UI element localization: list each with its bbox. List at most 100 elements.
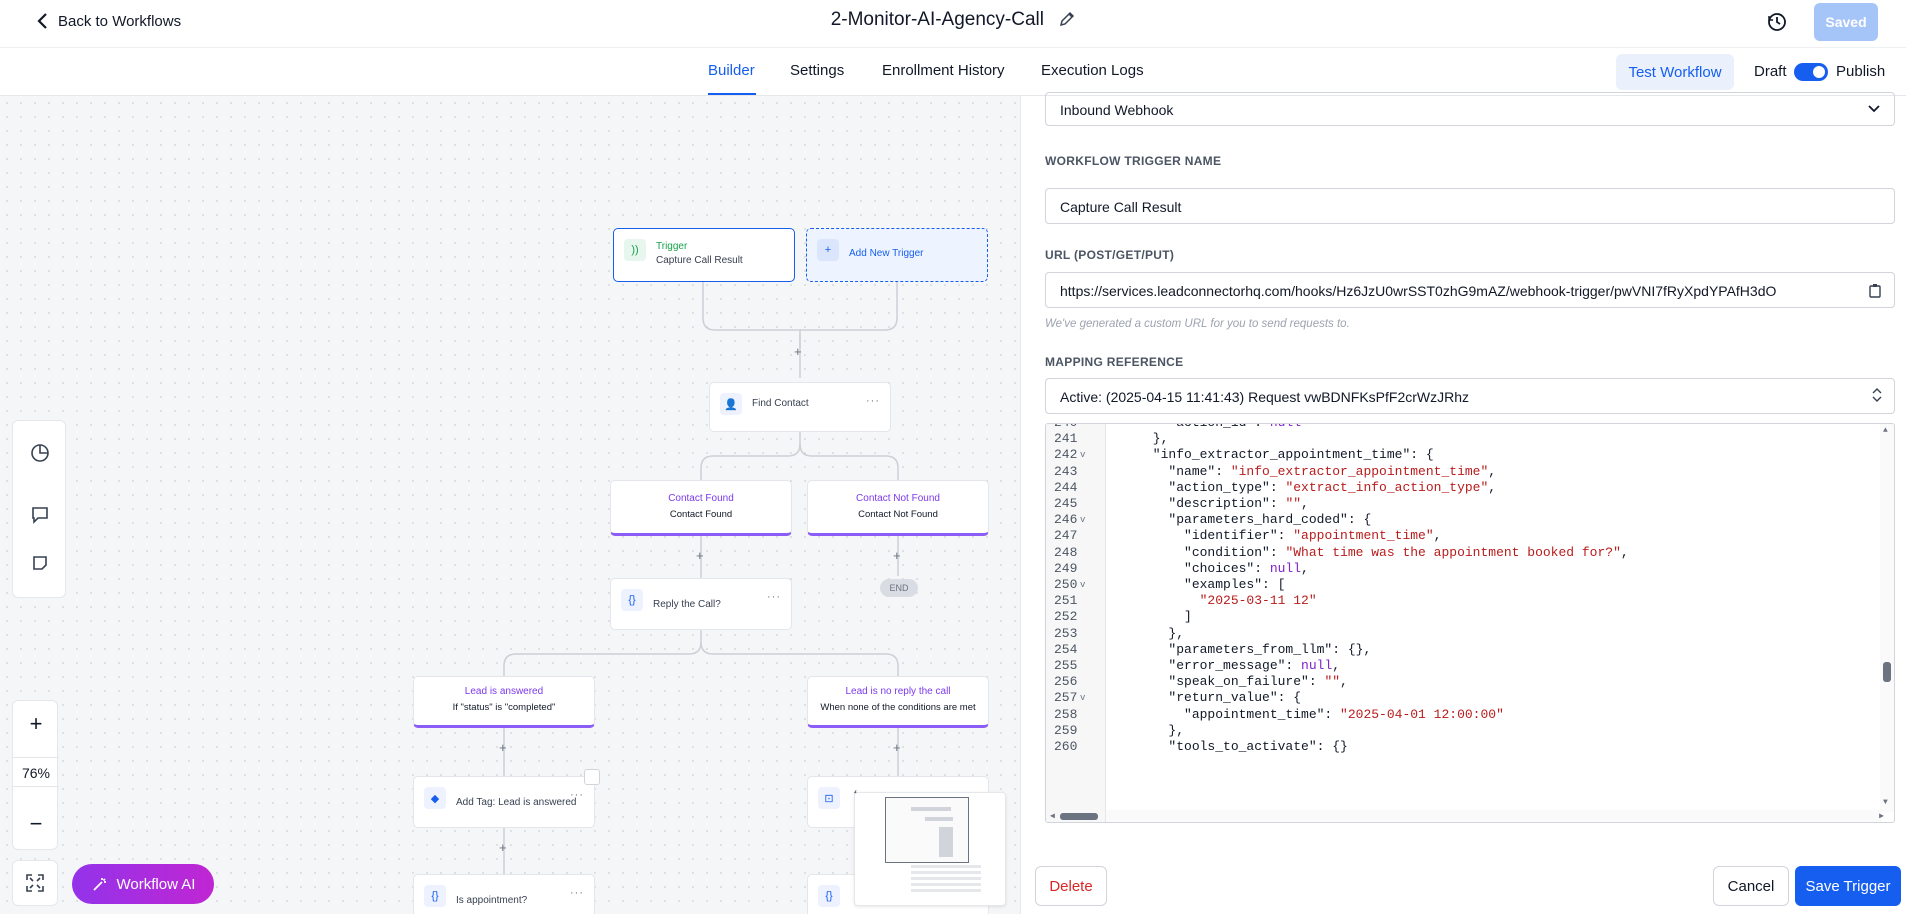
note-icon[interactable] <box>584 769 600 785</box>
code-line: "condition": "What time was the appointm… <box>1106 544 1629 560</box>
json-code-viewer[interactable]: 240241242v243244245246v247248249250v2512… <box>1045 423 1895 823</box>
workflow-canvas[interactable]: )) Trigger Capture Call Result + Add New… <box>0 96 1020 914</box>
branch-sub: If "status" is "completed" <box>452 702 556 713</box>
code-line: "action_type": "extract_info_action_type… <box>1106 479 1497 495</box>
branch-lead-answered[interactable]: Lead is answered If "status" is "complet… <box>413 676 595 728</box>
reply-call-node[interactable]: {} Reply the Call? ··· <box>610 578 792 630</box>
line-number: 245 <box>1054 496 1078 511</box>
sticky-note-icon[interactable] <box>28 551 52 575</box>
trigger-label: Trigger <box>656 241 688 252</box>
code-line: ] <box>1106 609 1192 625</box>
fold-toggle-icon[interactable]: v <box>1080 515 1085 525</box>
add-tag-node[interactable]: ◆ Add Tag: Lead is answered ··· <box>413 769 600 828</box>
branch-lead-no-reply[interactable]: Lead is no reply the call When none of t… <box>807 676 989 728</box>
scroll-down-icon[interactable]: ▼ <box>1883 798 1888 807</box>
tab-execution-logs[interactable]: Execution Logs <box>1041 62 1144 79</box>
chevron-updown-icon <box>1872 388 1882 402</box>
workflow-title: 2-Monitor-AI-Agency-Call <box>0 9 1906 33</box>
line-number: 249 <box>1054 560 1078 576</box>
line-number: 241 <box>1054 431 1078 447</box>
more-options-icon[interactable]: ··· <box>767 591 781 603</box>
branch-label: Lead is answered <box>464 686 544 697</box>
tab-enrollment-history[interactable]: Enrollment History <box>882 62 1005 79</box>
mapping-reference-select[interactable]: Active: (2025-04-15 11:41:43) Request vw… <box>1045 378 1895 414</box>
trigger-node[interactable]: )) Trigger Capture Call Result <box>613 228 795 282</box>
url-label: URL (POST/GET/PUT) <box>1045 248 1175 262</box>
horizontal-scrollbar[interactable]: ◀ ▶ <box>1050 810 1884 822</box>
code-line: "identifier": "appointment_time", <box>1106 528 1442 544</box>
line-number: 257 <box>1054 690 1078 706</box>
code-line: "appointment_time": "2025-04-01 12:00:00… <box>1106 706 1504 722</box>
trigger-type-value: Inbound Webhook <box>1060 102 1174 118</box>
line-number-gutter: 240241242v243244245246v247248249250v2512… <box>1046 424 1106 822</box>
scroll-up-icon[interactable]: ▲ <box>1883 426 1888 435</box>
more-options-icon[interactable]: ··· <box>570 789 584 801</box>
code-line: "action_id": null <box>1106 424 1301 430</box>
scroll-right-icon[interactable]: ▶ <box>1879 811 1884 821</box>
fold-toggle-icon[interactable]: v <box>1080 450 1085 460</box>
line-number: 260 <box>1054 739 1078 754</box>
fold-toggle-icon[interactable]: v <box>1080 693 1085 703</box>
add-step-plus[interactable]: + <box>499 740 507 755</box>
delete-button[interactable]: Delete <box>1035 866 1107 906</box>
code-line: "error_message": null, <box>1106 658 1341 673</box>
line-number: 243 <box>1054 463 1078 479</box>
url-hint: We've generated a custom URL for you to … <box>1045 318 1350 330</box>
saved-button[interactable]: Saved <box>1814 3 1878 41</box>
branch-sub: Contact Not Found <box>858 509 938 520</box>
zoom-out-button[interactable]: − <box>13 811 59 837</box>
copy-icon[interactable] <box>1868 283 1882 298</box>
add-step-plus[interactable]: + <box>499 840 507 855</box>
add-new-trigger-node[interactable]: + Add New Trigger <box>806 228 988 282</box>
trigger-sub: Capture Call Result <box>656 255 743 266</box>
line-number: 246 <box>1054 512 1078 528</box>
add-step-plus[interactable]: + <box>893 740 901 755</box>
code-line: }, <box>1106 625 1185 641</box>
workflow-ai-button[interactable]: Workflow AI <box>72 864 214 904</box>
add-step-plus[interactable]: + <box>794 344 802 359</box>
draft-label: Draft <box>1754 63 1787 80</box>
add-step-plus[interactable]: + <box>696 548 704 563</box>
branch-contact-not-found[interactable]: Contact Not Found Contact Not Found <box>807 480 989 536</box>
find-contact-label: Find Contact <box>752 398 809 409</box>
trigger-type-select[interactable]: Inbound Webhook <box>1045 92 1895 126</box>
more-options-icon[interactable]: ··· <box>866 395 880 407</box>
add-step-plus[interactable]: + <box>893 548 901 563</box>
action-icon: ⊡ <box>818 787 840 809</box>
zoom-in-button[interactable]: + <box>13 711 59 737</box>
stats-pie-icon[interactable] <box>28 441 52 465</box>
scroll-thumb[interactable] <box>1883 662 1891 682</box>
hscroll-thumb[interactable] <box>1060 813 1098 820</box>
history-icon[interactable] <box>1766 11 1788 38</box>
tab-settings[interactable]: Settings <box>790 62 844 79</box>
mapping-reference-label: MAPPING REFERENCE <box>1045 355 1184 369</box>
save-trigger-button[interactable]: Save Trigger <box>1795 866 1901 906</box>
reply-call-label: Reply the Call? <box>653 599 721 610</box>
more-options-icon[interactable]: ··· <box>570 887 584 899</box>
code-line: "name": "info_extractor_appointment_time… <box>1106 463 1497 479</box>
comment-icon[interactable] <box>28 503 52 527</box>
code-line: "parameters_from_llm": {}, <box>1106 641 1372 657</box>
trigger-name-label: WORKFLOW TRIGGER NAME <box>1045 154 1222 168</box>
line-number: 255 <box>1054 658 1078 673</box>
fit-view-icon[interactable] <box>12 860 58 906</box>
test-workflow-button[interactable]: Test Workflow <box>1616 54 1734 90</box>
line-number: 253 <box>1054 625 1078 641</box>
branch-contact-found[interactable]: Contact Found Contact Found <box>610 480 792 536</box>
find-contact-node[interactable]: 👤 Find Contact ··· <box>709 382 891 432</box>
scroll-left-icon[interactable]: ◀ <box>1050 811 1055 821</box>
publish-toggle[interactable] <box>1794 63 1828 81</box>
tab-builder[interactable]: Builder <box>708 62 755 79</box>
line-number: 248 <box>1054 544 1078 560</box>
line-number: 258 <box>1054 706 1078 722</box>
webhook-url-field[interactable]: https://services.leadconnectorhq.com/hoo… <box>1045 272 1895 308</box>
fold-toggle-icon[interactable]: v <box>1080 580 1085 590</box>
top-header: Back to Workflows 2-Monitor-AI-Agency-Ca… <box>0 0 1906 48</box>
cancel-button[interactable]: Cancel <box>1713 866 1789 906</box>
is-appointment-node[interactable]: {} Is appointment? ··· <box>413 874 595 914</box>
trigger-name-input[interactable]: Capture Call Result <box>1045 188 1895 224</box>
minimap[interactable] <box>854 792 1006 906</box>
code-line: "speak_on_failure": "", <box>1106 674 1348 690</box>
vertical-scrollbar[interactable]: ▲ ▼ <box>1880 424 1894 812</box>
edit-pencil-icon[interactable] <box>1059 11 1075 33</box>
